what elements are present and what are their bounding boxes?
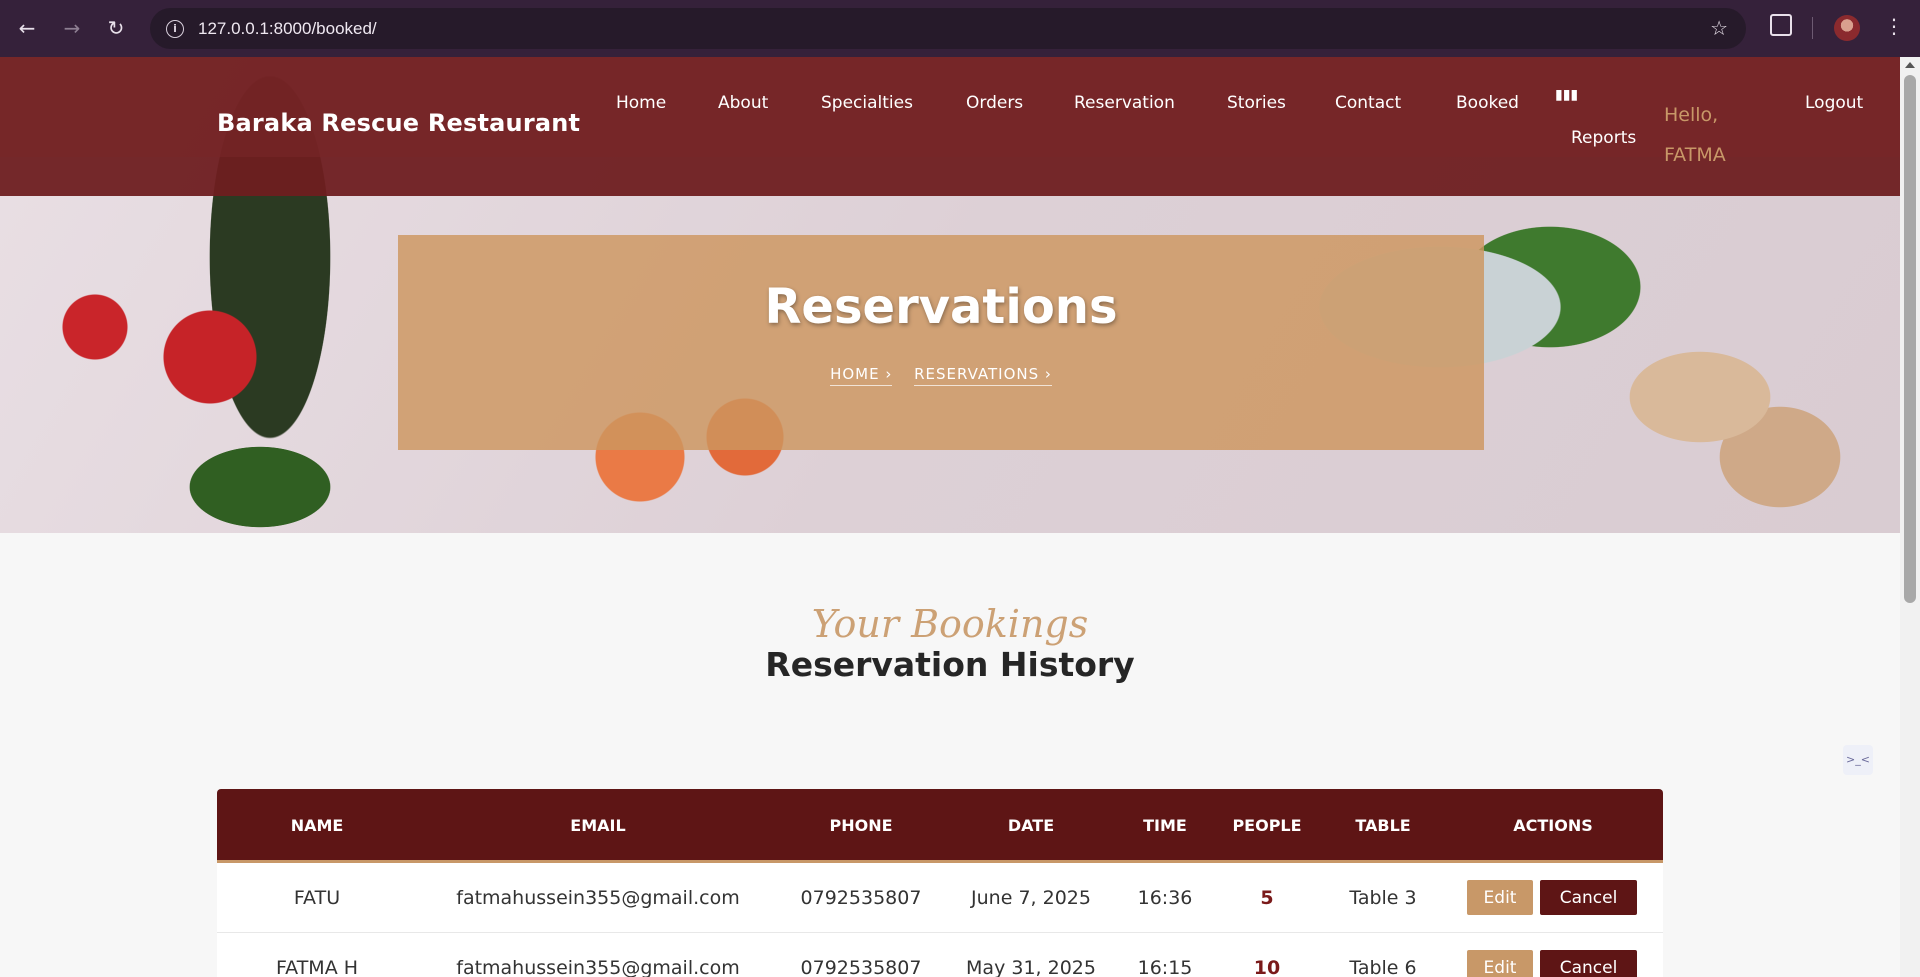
- nav-home[interactable]: Home: [616, 93, 666, 113]
- cell-date: June 7, 2025: [971, 887, 1091, 909]
- hero-banner: Baraka Rescue Restaurant Home About Spec…: [0, 57, 1900, 533]
- breadcrumb-reservations[interactable]: RESERVATIONS ›: [914, 365, 1052, 386]
- page-viewport: Baraka Rescue Restaurant Home About Spec…: [0, 57, 1900, 977]
- cell-time: 16:36: [1137, 887, 1193, 909]
- cell-phone: 0792535807: [800, 887, 922, 909]
- back-arrow-icon[interactable]: ←: [15, 16, 39, 40]
- cell-people: 5: [1260, 887, 1274, 909]
- reservations-table: NAME EMAIL PHONE DATE TIME PEOPLE TABLE …: [217, 789, 1663, 977]
- nav-reservation[interactable]: Reservation: [1074, 93, 1175, 113]
- edit-button[interactable]: Edit: [1467, 880, 1533, 915]
- column-header-time: TIME: [1143, 816, 1187, 835]
- nav-reports[interactable]: Reports: [1571, 128, 1636, 148]
- column-header-actions: ACTIONS: [1513, 816, 1593, 835]
- hero-title-panel: Reservations HOME › RESERVATIONS ›: [398, 235, 1484, 450]
- cell-email: fatmahussein355@gmail.com: [456, 957, 740, 977]
- reload-icon[interactable]: ↻: [104, 16, 128, 40]
- cell-name: FATU: [293, 887, 341, 909]
- column-header-date: DATE: [1007, 816, 1055, 835]
- cancel-button[interactable]: Cancel: [1540, 950, 1637, 977]
- cell-time: 16:15: [1137, 957, 1193, 977]
- address-bar[interactable]: i 127.0.0.1:8000/booked/ ☆: [150, 8, 1746, 49]
- cancel-button[interactable]: Cancel: [1540, 880, 1637, 915]
- column-header-phone: PHONE: [829, 816, 893, 835]
- nav-specialties[interactable]: Specialties: [821, 93, 913, 113]
- table-row: FATMA H fatmahussein355@gmail.com 079253…: [217, 933, 1663, 977]
- bar-chart-icon[interactable]: ▮▮▮: [1555, 87, 1578, 103]
- nav-booked[interactable]: Booked: [1456, 93, 1519, 113]
- scrollbar-thumb[interactable]: [1904, 75, 1916, 603]
- profile-avatar[interactable]: [1834, 15, 1860, 41]
- nav-logout[interactable]: Logout: [1805, 93, 1863, 113]
- table-header: NAME EMAIL PHONE DATE TIME PEOPLE TABLE …: [217, 789, 1663, 863]
- cell-phone: 0792535807: [800, 957, 922, 977]
- nav-stories[interactable]: Stories: [1227, 93, 1286, 113]
- cell-table: Table 6: [1349, 957, 1417, 977]
- page-title: Reservations: [764, 279, 1118, 335]
- breadcrumb: HOME › RESERVATIONS ›: [398, 365, 1484, 386]
- forward-arrow-icon[interactable]: →: [60, 16, 84, 40]
- site-navbar: Baraka Rescue Restaurant Home About Spec…: [0, 57, 1900, 196]
- browser-toolbar: ← → ↻ i 127.0.0.1:8000/booked/ ☆ ⋮: [0, 0, 1920, 57]
- cell-people: 10: [1253, 957, 1281, 977]
- nav-contact[interactable]: Contact: [1335, 93, 1401, 113]
- menu-kebab-icon[interactable]: ⋮: [1884, 14, 1904, 38]
- column-header-email: EMAIL: [570, 816, 626, 835]
- nav-about[interactable]: About: [718, 93, 768, 113]
- extensions-icon[interactable]: [1770, 14, 1792, 36]
- cell-table: Table 3: [1349, 887, 1417, 909]
- cell-date: May 31, 2025: [966, 957, 1096, 977]
- cell-email: fatmahussein355@gmail.com: [456, 887, 740, 909]
- user-greeting: Hello, FATMA: [1664, 104, 1726, 166]
- table-row: FATU fatmahussein355@gmail.com 079253580…: [217, 863, 1663, 933]
- cell-name: FATMA H: [275, 957, 359, 977]
- column-header-table: TABLE: [1355, 816, 1411, 835]
- page-scrollbar[interactable]: [1900, 57, 1920, 977]
- nav-orders[interactable]: Orders: [966, 93, 1023, 113]
- bookmark-star-icon[interactable]: ☆: [1710, 16, 1728, 40]
- scroll-up-arrow-icon[interactable]: [1905, 62, 1915, 68]
- site-brand[interactable]: Baraka Rescue Restaurant: [217, 109, 580, 137]
- breadcrumb-home[interactable]: HOME ›: [830, 365, 893, 386]
- edit-button[interactable]: Edit: [1467, 950, 1533, 977]
- url-text[interactable]: 127.0.0.1:8000/booked/: [198, 19, 377, 39]
- site-info-icon[interactable]: i: [166, 19, 184, 38]
- section-title: Reservation History: [765, 645, 1135, 684]
- toolbar-divider: [1812, 17, 1813, 39]
- column-header-name: NAME: [290, 816, 344, 835]
- assistant-widget-icon[interactable]: >_<: [1843, 745, 1873, 775]
- section-subtitle: Your Bookings: [811, 602, 1089, 646]
- column-header-people: PEOPLE: [1232, 816, 1302, 835]
